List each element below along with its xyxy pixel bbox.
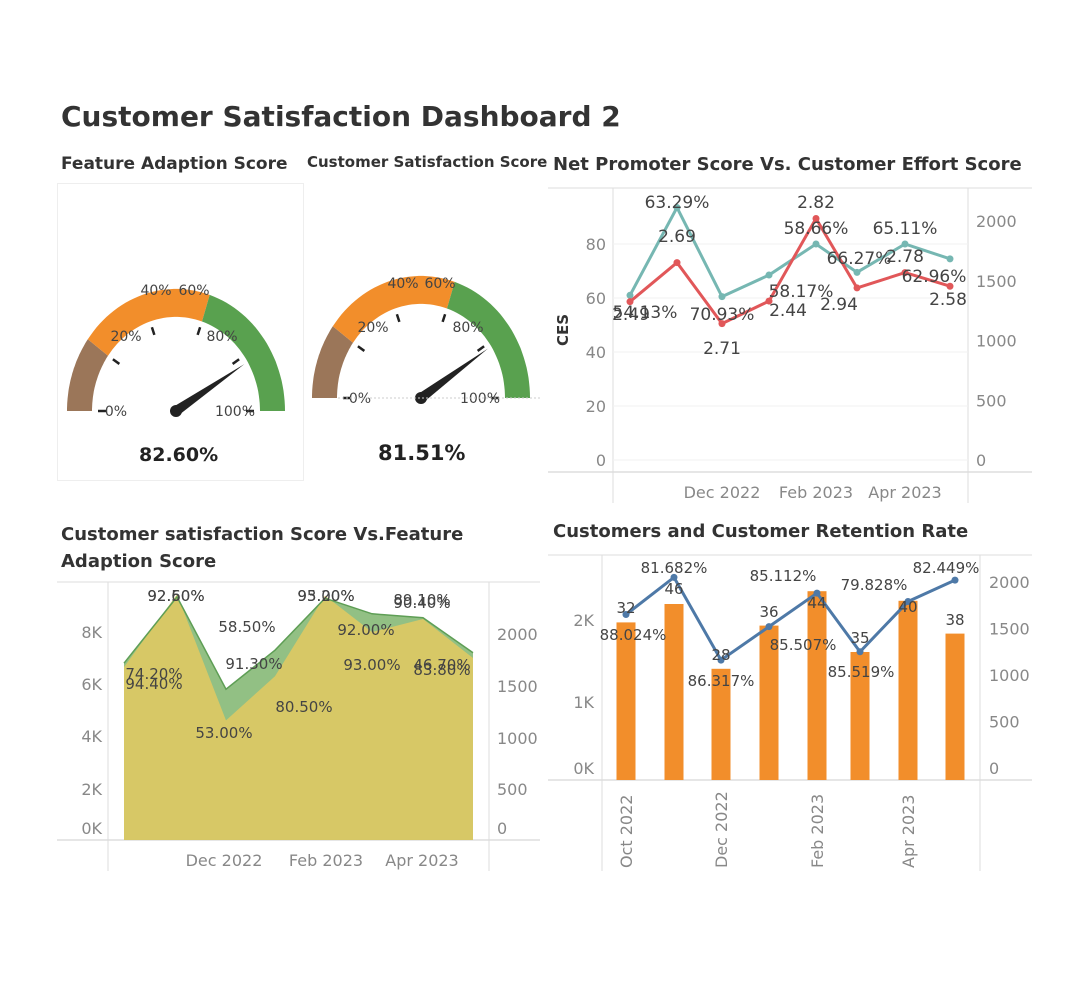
x-tick-label: Oct 2022 xyxy=(617,795,636,868)
customer-data-label: 36 xyxy=(759,603,778,621)
customer-bar xyxy=(807,591,827,780)
y-tick-label: 0K xyxy=(573,759,594,778)
retention-data-label: 82.449% xyxy=(913,559,980,577)
retention-data-label: 85.507% xyxy=(770,636,837,654)
y2-tick-label: 1000 xyxy=(989,666,1030,685)
retention-chart: 0K 1K 2K 0 500 1000 1500 2000 32 46 28 36 44 35 40 38 88… xyxy=(548,554,1032,871)
y-tick-label: 1K xyxy=(573,693,594,712)
customer-data-label: 35 xyxy=(850,629,869,647)
y2-tick-label: 1500 xyxy=(989,620,1030,639)
retention-data-label: 85.519% xyxy=(828,663,895,681)
x-tick-label: Feb 2023 xyxy=(808,794,827,868)
x-tick-label: Dec 2022 xyxy=(712,791,731,868)
customer-bar xyxy=(898,600,918,780)
y2-tick-label: 500 xyxy=(989,713,1020,732)
retention-data-label: 85.112% xyxy=(750,567,817,585)
y2-tick-label: 0 xyxy=(989,759,999,778)
customer-data-label: 40 xyxy=(898,598,917,616)
customer-bar xyxy=(945,633,965,780)
retention-data-label: 79.828% xyxy=(841,576,908,594)
y-tick-label: 2K xyxy=(573,611,594,630)
customer-data-label: 46 xyxy=(664,580,683,598)
retention-data-label: 81.682% xyxy=(641,559,708,577)
customer-data-label: 32 xyxy=(616,599,635,617)
retention-point xyxy=(951,576,959,584)
y2-tick-label: 2000 xyxy=(989,573,1030,592)
customer-data-label: 44 xyxy=(807,594,826,612)
x-tick-label: Apr 2023 xyxy=(899,795,918,868)
customer-bar xyxy=(616,622,636,780)
customer-data-label: 28 xyxy=(711,646,730,664)
retention-data-label: 86.317% xyxy=(688,672,755,690)
customer-bar xyxy=(664,604,684,780)
retention-data-label: 88.024% xyxy=(600,626,667,644)
retention-point xyxy=(765,623,773,631)
customer-data-label: 38 xyxy=(945,611,964,629)
retention-point xyxy=(856,648,864,656)
